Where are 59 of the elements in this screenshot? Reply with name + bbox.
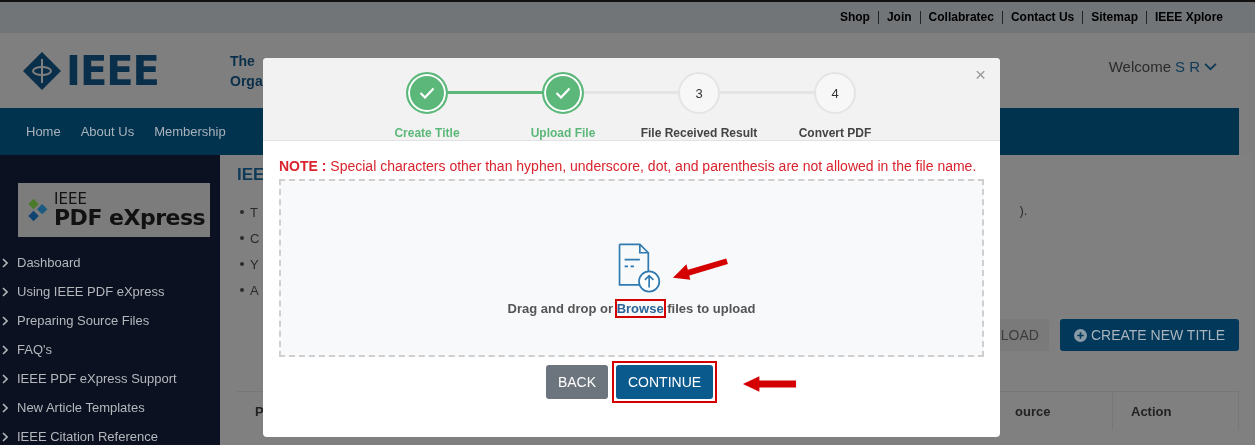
paragraph-text: ). bbox=[1019, 203, 1028, 220]
continue-button[interactable]: CONTINUE bbox=[616, 365, 714, 399]
top-link[interactable]: Shop bbox=[831, 11, 879, 24]
sidebar-link[interactable]: New Article Templates bbox=[17, 400, 145, 415]
step-label: Convert PDF bbox=[798, 126, 872, 140]
annotation-arrow-icon bbox=[742, 375, 798, 393]
browse-link[interactable]: Browse bbox=[616, 300, 664, 316]
chevron-down-icon[interactable] bbox=[1204, 62, 1217, 71]
nav-link[interactable]: Membership bbox=[154, 124, 226, 139]
bullet-text: T bbox=[250, 204, 258, 220]
tagline-text: The bbox=[230, 52, 256, 69]
step-label: Create Title bbox=[394, 126, 460, 140]
create-title-button[interactable]: CREATE NEW TITLE bbox=[1059, 319, 1239, 351]
page-heading: IEE bbox=[237, 165, 265, 186]
note-text: NOTE : Special characters other than hyphen, underscore, dot, and parenthesis are not allowed in the file name. bbox=[279, 157, 978, 176]
plus-circle-icon bbox=[1073, 328, 1087, 342]
step-label: File Received Result bbox=[640, 126, 758, 140]
bullet-dot bbox=[240, 288, 244, 292]
sidebar-link[interactable]: IEEE Citation Reference bbox=[17, 429, 158, 444]
step-label: Upload File bbox=[530, 126, 596, 140]
chevron-right-icon bbox=[2, 286, 8, 297]
logo-text: IEEE bbox=[54, 191, 88, 207]
file-upload-icon bbox=[616, 240, 661, 295]
diamond-logo-icon bbox=[22, 50, 62, 91]
nav-link[interactable]: About Us bbox=[80, 124, 135, 139]
logo-text: PDF eXpress bbox=[54, 206, 206, 229]
sidebar-link[interactable]: IEEE PDF eXpress Support bbox=[17, 371, 177, 386]
chevron-right-icon bbox=[2, 315, 8, 326]
back-button[interactable]: BACK bbox=[545, 365, 608, 399]
top-link[interactable]: Contact Us bbox=[1002, 11, 1084, 24]
chevron-right-icon bbox=[2, 344, 8, 355]
top-link[interactable]: IEEE Xplore bbox=[1146, 11, 1231, 24]
logo-text: IEEE bbox=[66, 47, 159, 94]
sidebar-link[interactable]: Using IEEE PDF eXpress bbox=[17, 284, 165, 299]
bullet-text: A bbox=[250, 282, 259, 298]
bullet-dot bbox=[240, 210, 244, 214]
chevron-right-icon bbox=[2, 431, 8, 442]
chevron-right-icon bbox=[2, 402, 8, 413]
column-header: Action bbox=[1113, 392, 1239, 430]
annotation-arrow-icon bbox=[671, 258, 729, 282]
sidebar-link[interactable]: Preparing Source Files bbox=[17, 313, 150, 328]
sidebar-link[interactable]: FAQ's bbox=[17, 342, 52, 357]
tagline-text: Orga bbox=[230, 72, 263, 89]
bullet-dot bbox=[240, 262, 244, 266]
bullet-text: C bbox=[250, 230, 260, 246]
step-number: 4 bbox=[814, 72, 856, 114]
chevron-right-icon bbox=[2, 373, 8, 384]
top-link[interactable]: Collabratec bbox=[920, 11, 1003, 24]
sidebar-link[interactable]: Dashboard bbox=[17, 255, 81, 270]
bullet-text: Y bbox=[250, 256, 259, 272]
nav-link[interactable]: Home bbox=[26, 124, 61, 139]
top-link[interactable]: Sitemap bbox=[1083, 11, 1147, 24]
drop-instruction-text: Drag and drop or Browse files to upload bbox=[507, 300, 756, 316]
drop-zone[interactable]: Drag and drop or Browse files to upload bbox=[279, 179, 984, 357]
step-number: 3 bbox=[678, 72, 720, 114]
bullet-dot bbox=[240, 236, 244, 240]
top-link[interactable]: Join bbox=[878, 11, 921, 24]
chevron-right-icon bbox=[2, 257, 8, 268]
welcome-text: Welcome bbox=[1108, 58, 1171, 75]
